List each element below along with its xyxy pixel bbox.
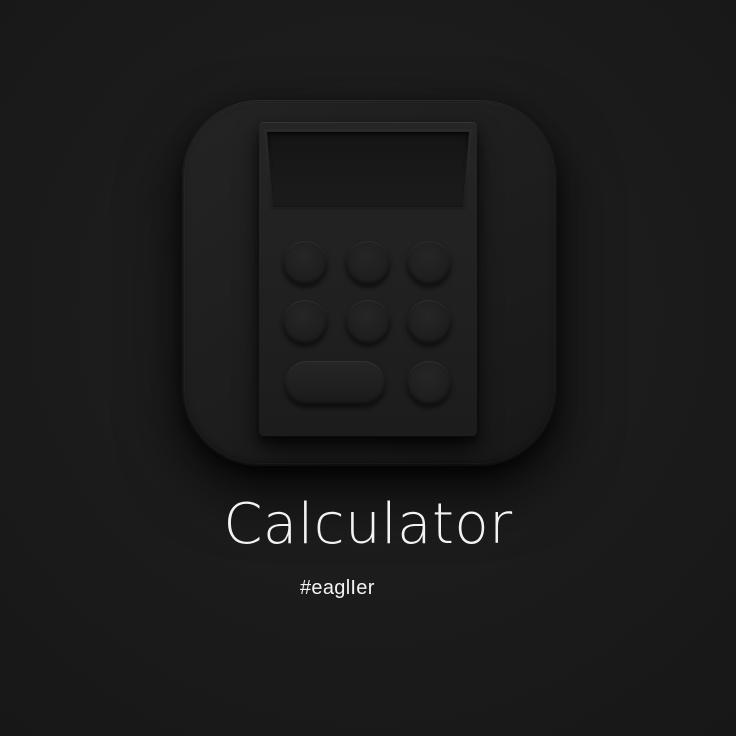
- app-title: Calculator: [223, 492, 513, 557]
- calculator-key: [343, 297, 393, 347]
- calculator-key: [280, 238, 330, 288]
- app-icon-showcase: Calculator #eaglIer: [0, 0, 736, 736]
- calculator-key: [404, 297, 454, 347]
- calculator-key: [280, 297, 330, 347]
- calculator-key-wide: [282, 358, 388, 408]
- calculator-key: [404, 238, 454, 288]
- calculator-key: [404, 358, 454, 408]
- calculator-display: [267, 132, 469, 207]
- hashtag-label: #eaglIer: [300, 577, 375, 599]
- calculator-key: [343, 238, 393, 288]
